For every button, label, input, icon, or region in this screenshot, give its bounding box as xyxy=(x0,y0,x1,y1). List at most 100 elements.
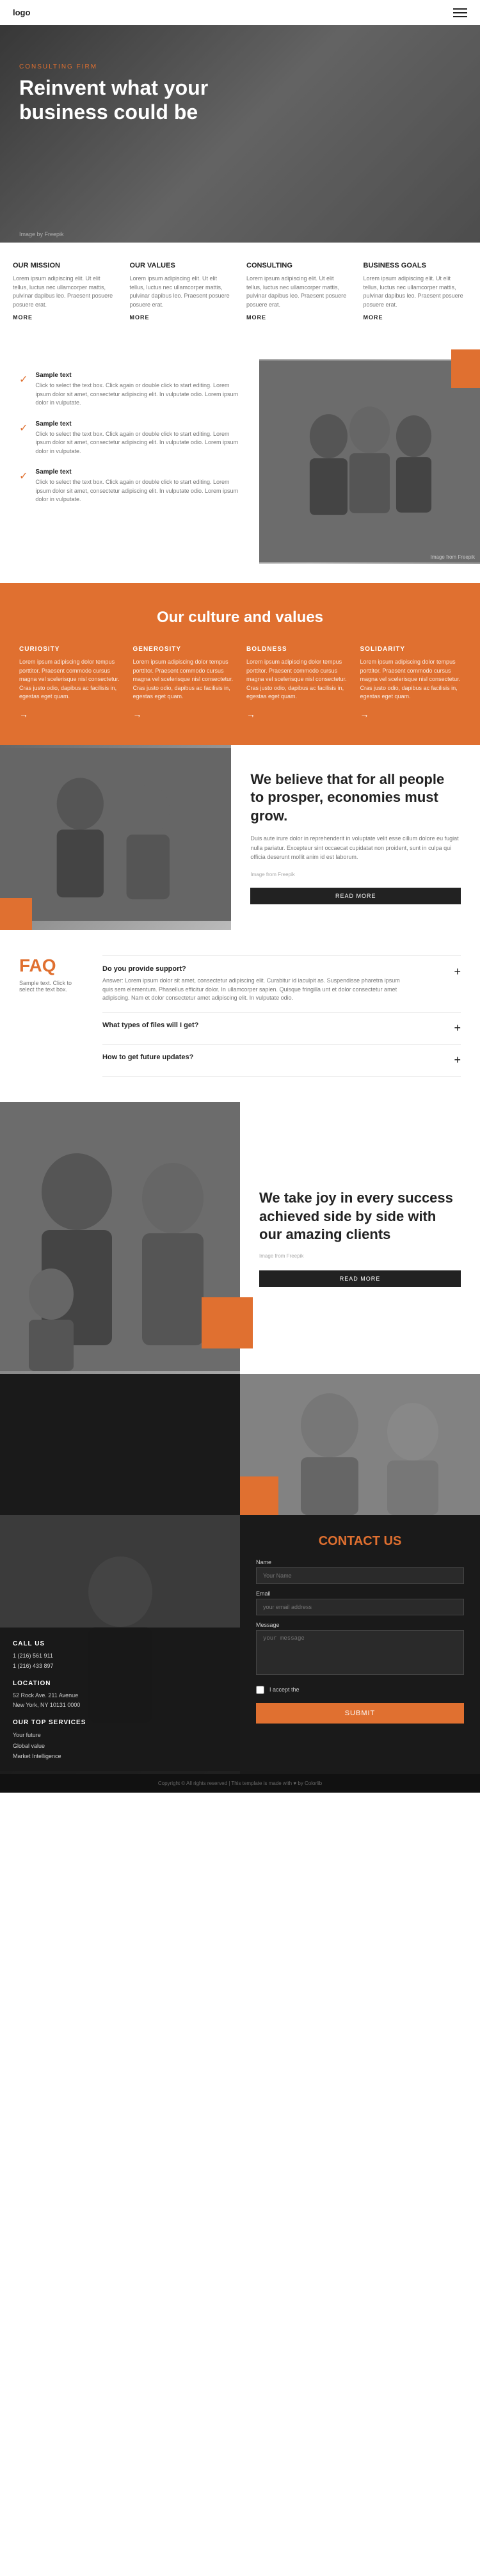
culture-grid: CURIOSITY Lorem ipsum adipiscing dolor t… xyxy=(19,646,461,719)
checklist-item-1: ✓ Sample text Click to select the text b… xyxy=(19,420,240,456)
culture-col-0: CURIOSITY Lorem ipsum adipiscing dolor t… xyxy=(19,646,120,719)
checklist-title-2: Sample text xyxy=(35,468,240,476)
mission-text-3: Lorem ipsum adipiscing elit. Ut elit tel… xyxy=(364,275,468,309)
email-label: Email xyxy=(256,1590,464,1597)
name-input[interactable] xyxy=(256,1567,464,1584)
believe-image-bg xyxy=(0,745,231,931)
mission-text-2: Lorem ipsum adipiscing elit. Ut elit tel… xyxy=(246,275,351,309)
contact-call-line-0: 1 (216) 561 911 xyxy=(13,1651,227,1661)
footer-text: Copyright © All rights reserved | This t… xyxy=(13,1780,467,1786)
culture-heading: Our culture and values xyxy=(19,609,461,627)
checklist-item-0: ✓ Sample text Click to select the text b… xyxy=(19,372,240,408)
culture-text-0: Lorem ipsum adipiscing dolor tempus port… xyxy=(19,658,120,701)
mission-text-1: Lorem ipsum adipiscing elit. Ut elit tel… xyxy=(130,275,234,309)
contact-left: CALL US 1 (216) 561 911 1 (216) 433 897 … xyxy=(0,1515,240,1774)
faq-question-0: Do you provide support? xyxy=(102,965,447,973)
email-input[interactable] xyxy=(256,1599,464,1615)
culture-col-1: GENEROSITY Lorem ipsum adipiscing dolor … xyxy=(133,646,234,719)
contact-location: LOCATION 52 Rock Ave. 211 Avenue New Yor… xyxy=(13,1680,227,1711)
faq-question-area-0: Do you provide support? Answer: Lorem ip… xyxy=(102,965,447,1003)
service-item-1: Global value xyxy=(13,1741,227,1751)
mission-col-1: Our Values Lorem ipsum adipiscing elit. … xyxy=(130,262,234,321)
clients-read-more-button[interactable]: READ MORE xyxy=(259,1270,461,1287)
clients-image-by: Image from Freepik xyxy=(259,1253,461,1259)
checklist-body-2: Click to select the text box. Click agai… xyxy=(35,478,240,504)
believe-text: Duis aute irure dolor in reprehenderit i… xyxy=(250,834,461,861)
mission-title-3: Business Goals xyxy=(364,262,468,269)
mission-col-0: Our Mission Lorem ipsum adipiscing elit.… xyxy=(13,262,117,321)
checkbox-row: I accept the xyxy=(256,1686,464,1694)
faq-item-1: What types of files will I get? + xyxy=(102,1012,461,1044)
believe-section: We believe that for all people to prospe… xyxy=(0,745,480,931)
orange-accent-top-right xyxy=(451,349,480,388)
culture-text-1: Lorem ipsum adipiscing dolor tempus port… xyxy=(133,658,234,701)
services-list: Your future Global value Market Intellig… xyxy=(13,1730,227,1761)
mission-link-3[interactable]: MORE xyxy=(364,314,468,321)
hero-overlay xyxy=(0,25,480,243)
culture-arrow-1: → xyxy=(133,709,234,719)
mission-title-2: Consulting xyxy=(246,262,351,269)
service-item-2: Market Intelligence xyxy=(13,1751,227,1761)
faq-question-2: How to get future updates? xyxy=(102,1053,447,1061)
mission-text-0: Lorem ipsum adipiscing elit. Ut elit tel… xyxy=(13,275,117,309)
culture-text-2: Lorem ipsum adipiscing dolor tempus port… xyxy=(246,658,348,701)
clients-heading: We take joy in every success achieved si… xyxy=(259,1189,461,1244)
submit-button[interactable]: SUBMIT xyxy=(256,1703,464,1724)
contact-call-line-1: 1 (216) 433 897 xyxy=(13,1661,227,1671)
mission-link-0[interactable]: MORE xyxy=(13,314,117,321)
faq-title: FAQ xyxy=(19,956,83,976)
culture-title-3: SOLIDARITY xyxy=(360,646,461,653)
culture-text-3: Lorem ipsum adipiscing dolor tempus port… xyxy=(360,658,461,701)
faq-toggle-2[interactable]: + xyxy=(454,1053,461,1067)
contact-call: CALL US 1 (216) 561 911 1 (216) 433 897 xyxy=(13,1640,227,1671)
contact-location-line-1: New York, NY 10131 0000 xyxy=(13,1700,227,1710)
mission-col-3: Business Goals Lorem ipsum adipiscing el… xyxy=(364,262,468,321)
accept-checkbox[interactable] xyxy=(256,1686,264,1694)
faq-question-1: What types of files will I get? xyxy=(102,1021,447,1029)
contact-form: Name Email Message I accept the SUBMIT xyxy=(256,1559,464,1724)
culture-arrow-2: → xyxy=(246,709,348,719)
contact-right: CONTACT US Name Email Message I accept t… xyxy=(240,1515,480,1774)
hamburger-line-3 xyxy=(453,16,467,17)
mission-title-0: Our Mission xyxy=(13,262,117,269)
hero-section: CONSULTING FIRM Reinvent what your busin… xyxy=(0,25,480,243)
culture-title-2: BOLDNESS xyxy=(246,646,348,653)
mission-link-1[interactable]: MORE xyxy=(130,314,234,321)
clients-photos xyxy=(0,1102,240,1374)
contact-location-line-0: 52 Rock Ave. 211 Avenue xyxy=(13,1691,227,1700)
hamburger-line-2 xyxy=(453,12,467,13)
checkbox-label: I accept the xyxy=(269,1686,300,1693)
checklist-body-0: Click to select the text box. Click agai… xyxy=(35,381,240,408)
culture-col-2: BOLDNESS Lorem ipsum adipiscing dolor te… xyxy=(246,646,348,719)
believe-right: We believe that for all people to prospe… xyxy=(231,745,480,931)
checklist-image xyxy=(259,359,480,564)
checklist-image-credit: Image from Freepik xyxy=(431,554,475,560)
check-icon-2: ✓ xyxy=(19,470,28,483)
culture-section: Our culture and values CURIOSITY Lorem i… xyxy=(0,583,480,745)
checklist-item-2: ✓ Sample text Click to select the text b… xyxy=(19,468,240,504)
logo: logo xyxy=(13,8,30,17)
orange-rect-clients xyxy=(202,1297,253,1348)
believe-heading: We believe that for all people to prospe… xyxy=(250,771,461,826)
message-textarea[interactable] xyxy=(256,1630,464,1675)
contact-info-overlay: CALL US 1 (216) 561 911 1 (216) 433 897 … xyxy=(0,1628,240,1774)
faq-item-0: Do you provide support? Answer: Lorem ip… xyxy=(102,956,461,1012)
checklist-title-1: Sample text xyxy=(35,420,240,428)
faq-item-2: How to get future updates? + xyxy=(102,1044,461,1076)
believe-read-more-button[interactable]: READ MORE xyxy=(250,888,461,904)
culture-title-0: CURIOSITY xyxy=(19,646,120,653)
mission-col-2: Consulting Lorem ipsum adipiscing elit. … xyxy=(246,262,351,321)
hamburger-menu[interactable] xyxy=(453,8,467,17)
hero-title: Reinvent what your business could be xyxy=(19,76,211,125)
check-icon-0: ✓ xyxy=(19,373,28,386)
faq-toggle-0[interactable]: + xyxy=(454,965,461,979)
mission-section: Our Mission Lorem ipsum adipiscing elit.… xyxy=(0,243,480,340)
mission-link-2[interactable]: MORE xyxy=(246,314,351,321)
contact-heading: CONTACT US xyxy=(256,1534,464,1549)
faq-toggle-1[interactable]: + xyxy=(454,1021,461,1035)
checklist-text-2: Sample text Click to select the text box… xyxy=(35,468,240,504)
culture-title-1: GENEROSITY xyxy=(133,646,234,653)
firm-label: CONSULTING FIRM xyxy=(19,63,211,70)
message-label: Message xyxy=(256,1622,464,1628)
clients-bg: We take joy in every success achieved si… xyxy=(0,1102,480,1374)
